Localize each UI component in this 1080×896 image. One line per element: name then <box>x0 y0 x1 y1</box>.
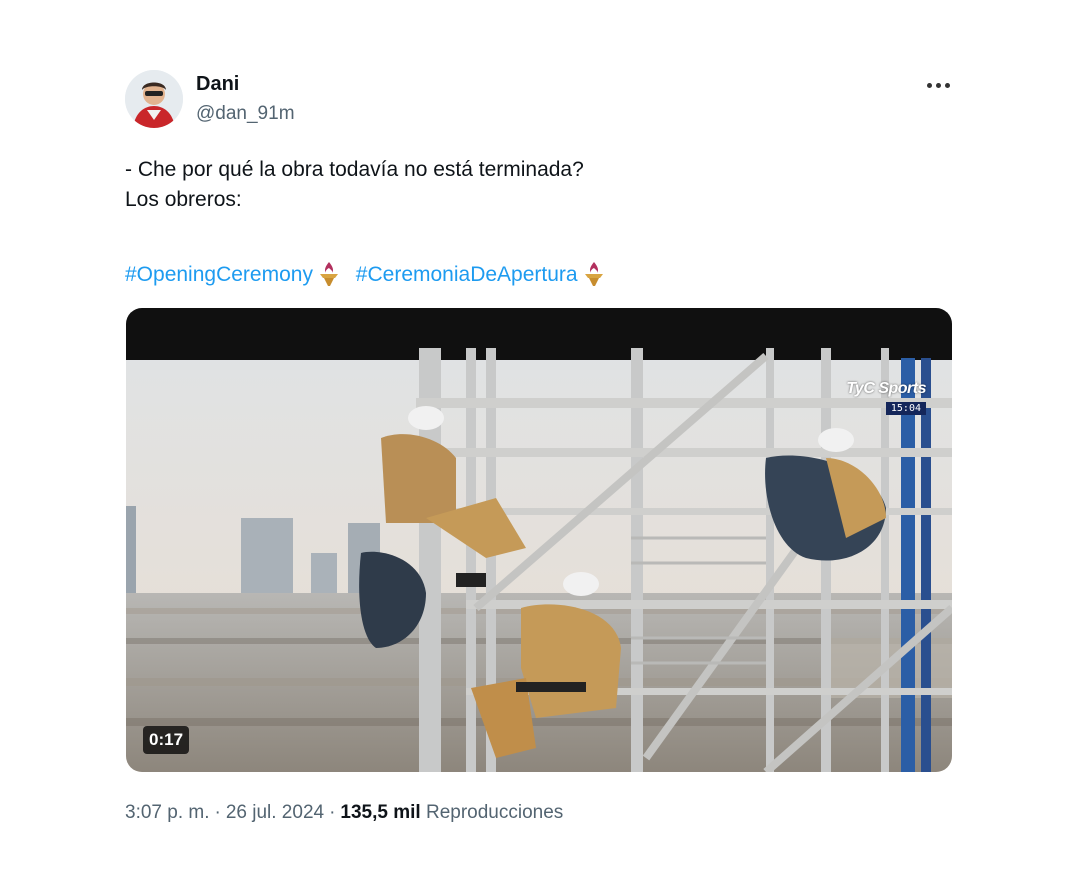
video-frame <box>126 308 952 772</box>
avatar[interactable] <box>125 70 183 128</box>
tweet-text: - Che por qué la obra todavía no está te… <box>125 155 945 215</box>
avatar-icon <box>125 70 183 128</box>
tweet-text-line: Los obreros: <box>125 188 242 211</box>
olympic-torch-icon <box>584 262 603 286</box>
more-options-icon[interactable] <box>922 74 956 96</box>
olympic-torch-icon <box>319 262 338 286</box>
video-player[interactable]: TyC Sports 15:04 0:17 <box>126 308 952 772</box>
tweet-text-line: - Che por qué la obra todavía no está te… <box>125 158 584 181</box>
author-name[interactable]: Dani <box>196 73 239 96</box>
views-label: Reproducciones <box>425 802 564 823</box>
tweet-time[interactable]: 3:07 p. m. <box>125 802 210 823</box>
channel-clock: 15:04 <box>885 402 926 415</box>
meta-separator: · <box>329 802 336 823</box>
hashtag-ceremonia-de-apertura[interactable]: #CeremoniaDeApertura <box>356 263 578 286</box>
video-duration-badge: 0:17 <box>143 726 190 754</box>
tweet: Dani @dan_91m - Che por qué la obra toda… <box>0 0 1080 896</box>
tweet-date[interactable]: 26 jul. 2024 <box>226 802 324 823</box>
hashtags: #OpeningCeremony #CeremoniaDeApertura <box>125 259 615 290</box>
author-handle[interactable]: @dan_91m <box>196 103 295 125</box>
tyc-sports-logo: TyC Sports 15:04 <box>846 380 926 416</box>
meta-separator: · <box>214 802 221 823</box>
views-count: 135,5 mil <box>340 802 421 823</box>
tweet-meta: 3:07 p. m. · 26 jul. 2024 · 135,5 mil Reprod… <box>125 802 563 824</box>
channel-logo: TyC Sports <box>846 380 926 397</box>
hashtag-opening-ceremony[interactable]: #OpeningCeremony <box>125 263 313 286</box>
